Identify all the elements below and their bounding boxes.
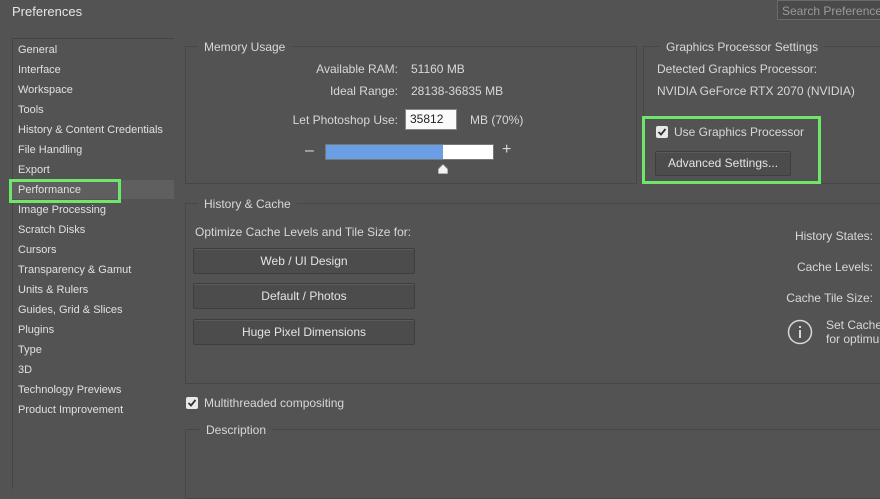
ideal-range-value: 28138-36835 MB <box>411 84 504 98</box>
checkmark-icon <box>657 128 667 136</box>
history-states-label: History States: <box>794 229 873 243</box>
use-gpu-checkbox[interactable] <box>656 126 668 138</box>
optimize-label: Optimize Cache Levels and Tile Size for: <box>195 225 412 239</box>
info-text-line2: for optimu <box>826 332 880 346</box>
multithreaded-label: Multithreaded compositing <box>204 396 345 410</box>
detected-gpu-label: Detected Graphics Processor: <box>657 62 818 76</box>
increase-memory-button[interactable]: + <box>502 141 511 159</box>
sidebar-item-product-improvement[interactable]: Product Improvement <box>18 404 123 416</box>
sidebar-item-general[interactable]: General <box>18 44 57 56</box>
sidebar-item-cursors[interactable]: Cursors <box>18 244 57 256</box>
memory-amount-input[interactable]: 35812 <box>405 109 457 130</box>
sidebar-item-3d[interactable]: 3D <box>18 364 32 376</box>
sidebar-item-tools[interactable]: Tools <box>18 104 44 116</box>
cache-levels-label: Cache Levels: <box>796 260 873 274</box>
info-icon <box>787 319 813 345</box>
sidebar-item-type[interactable]: Type <box>18 344 42 356</box>
memory-slider-thumb[interactable] <box>437 163 449 175</box>
memory-usage-title: Memory Usage <box>198 40 292 54</box>
web-ui-design-button[interactable]: Web / UI Design <box>193 248 415 274</box>
huge-pixel-dimensions-button[interactable]: Huge Pixel Dimensions <box>193 319 415 345</box>
detected-gpu-value: NVIDIA GeForce RTX 2070 (NVIDIA) <box>657 84 855 98</box>
sidebar-item-workspace[interactable]: Workspace <box>18 84 73 96</box>
let-photoshop-use-label: Let Photoshop Use: <box>292 113 398 127</box>
info-text-line1: Set Cache <box>826 318 880 332</box>
memory-unit-label: MB (70%) <box>470 113 524 127</box>
performance-highlight-box <box>9 179 121 203</box>
description-title: Description <box>200 423 273 437</box>
advanced-settings-button[interactable]: Advanced Settings... <box>655 151 791 176</box>
cache-tile-size-label: Cache Tile Size: <box>786 291 873 305</box>
window-title: Preferences <box>12 4 83 19</box>
ideal-range-label: Ideal Range: <box>329 84 398 98</box>
default-photos-button[interactable]: Default / Photos <box>193 283 415 309</box>
sidebar-item-image-processing[interactable]: Image Processing <box>18 204 106 216</box>
title-bar <box>0 0 880 24</box>
search-input[interactable]: Search Preferences <box>777 0 880 20</box>
decrease-memory-button[interactable]: – <box>305 142 314 160</box>
sidebar-item-plugins[interactable]: Plugins <box>18 324 54 336</box>
sidebar-item-file-handling[interactable]: File Handling <box>18 144 82 156</box>
available-ram-value: 51160 MB <box>411 62 465 76</box>
sidebar-item-transparency-gamut[interactable]: Transparency & Gamut <box>18 264 131 276</box>
sidebar-item-export[interactable]: Export <box>18 164 50 176</box>
history-cache-title: History & Cache <box>198 197 297 211</box>
sidebar-item-technology-previews[interactable]: Technology Previews <box>18 384 121 396</box>
available-ram-label: Available RAM: <box>316 62 398 76</box>
sidebar-item-guides-grid-slices[interactable]: Guides, Grid & Slices <box>18 304 123 316</box>
graphics-processor-title: Graphics Processor Settings <box>660 40 825 54</box>
checkmark-icon <box>187 399 197 407</box>
memory-slider-track[interactable] <box>325 144 494 160</box>
sidebar-item-units-rulers[interactable]: Units & Rulers <box>18 284 88 296</box>
memory-slider-fill <box>326 145 443 159</box>
multithreaded-checkbox[interactable] <box>186 397 198 409</box>
sidebar-item-history-content-credentials[interactable]: History & Content Credentials <box>18 124 163 136</box>
sidebar-item-interface[interactable]: Interface <box>18 64 61 76</box>
sidebar-item-scratch-disks[interactable]: Scratch Disks <box>18 224 85 236</box>
use-gpu-label: Use Graphics Processor <box>674 125 805 139</box>
